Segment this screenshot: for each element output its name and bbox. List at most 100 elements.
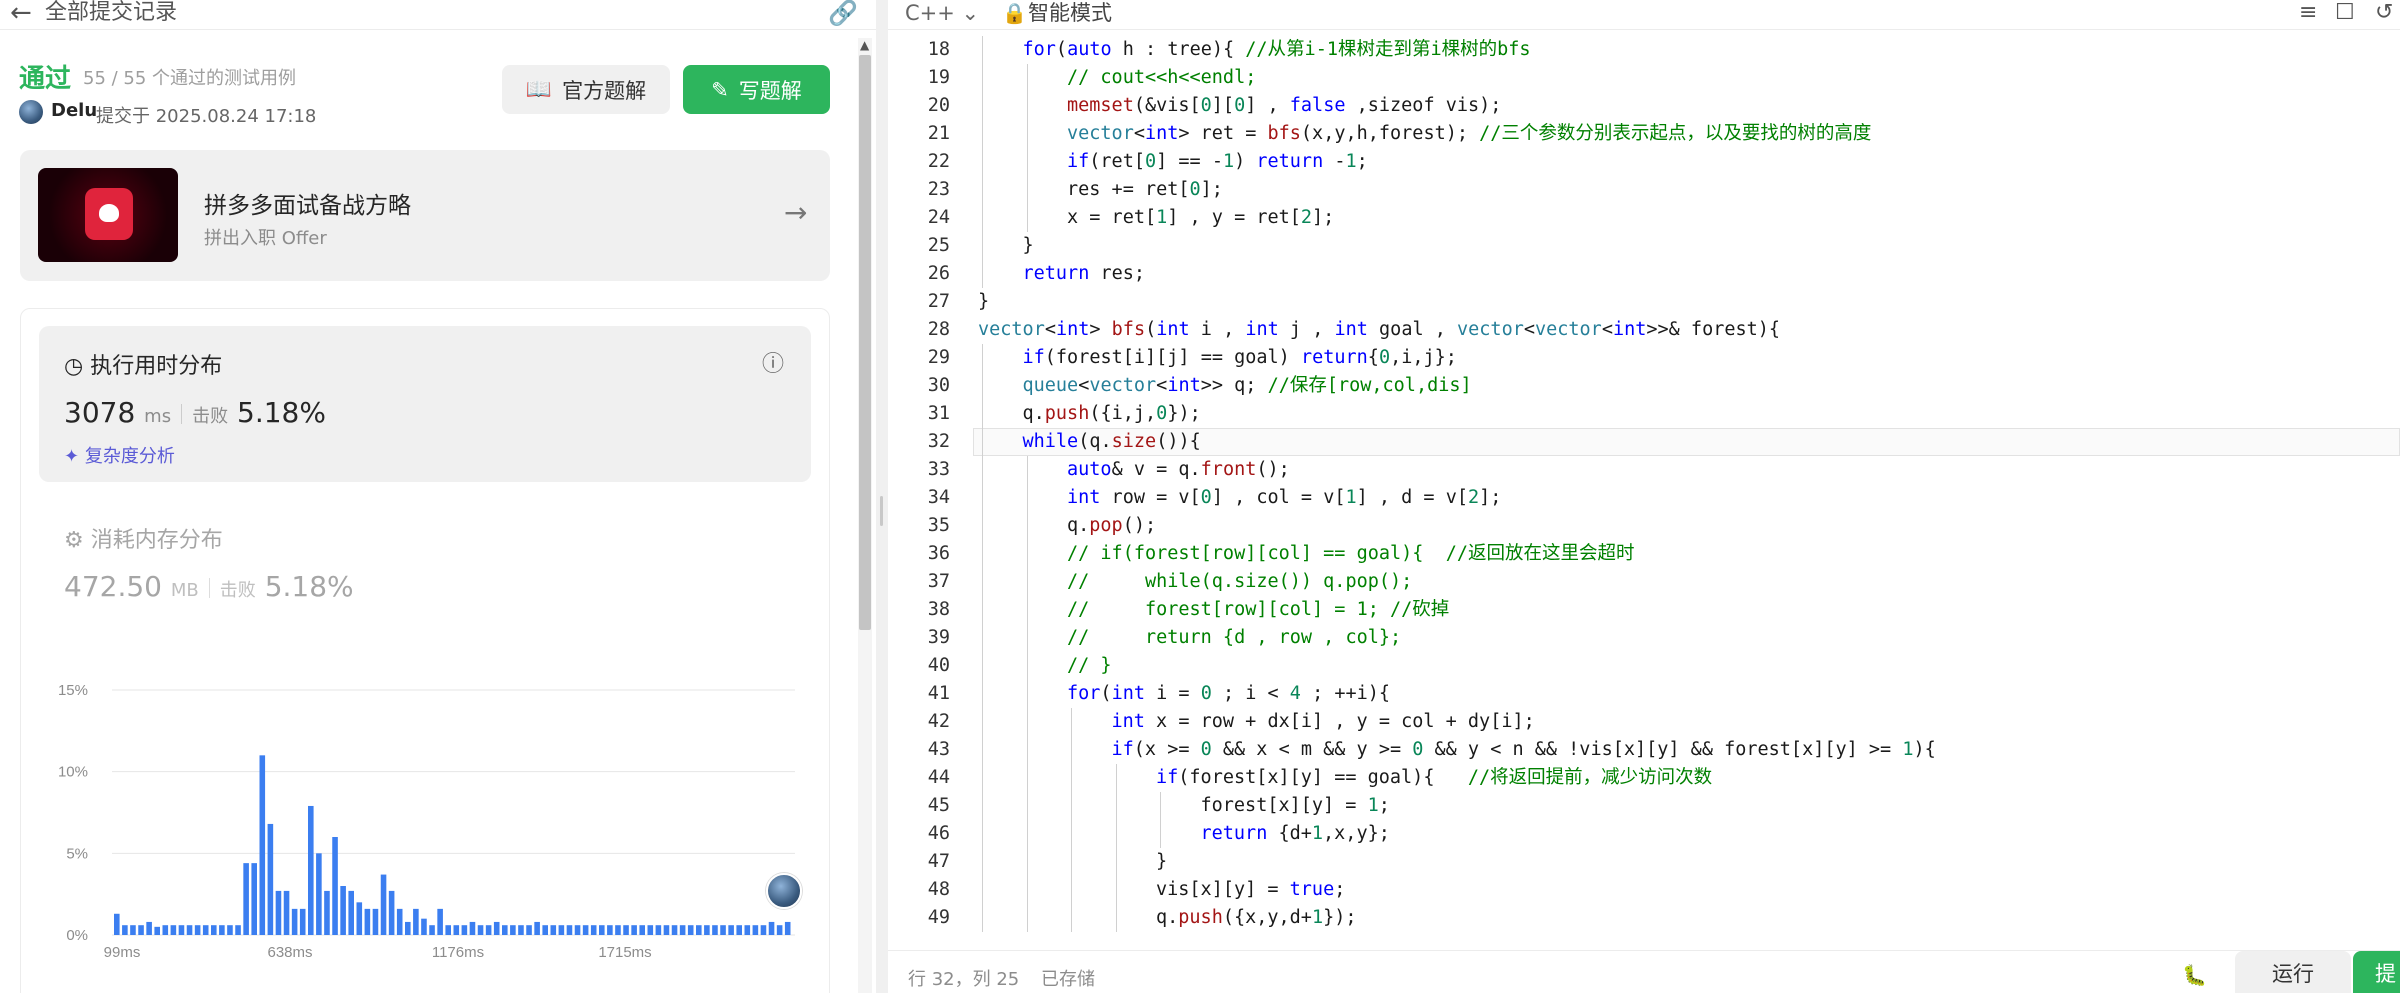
- code-line[interactable]: memset(&vis[0][0] , false ,sizeof vis);: [1067, 92, 1501, 120]
- chart-bar[interactable]: [372, 908, 379, 935]
- chart-bar[interactable]: [243, 863, 249, 935]
- chart-bar[interactable]: [421, 918, 427, 935]
- chart-bar[interactable]: [380, 874, 387, 935]
- code-line[interactable]: // while(q.size()) q.pop();: [1067, 568, 1412, 596]
- complexity-analysis-link[interactable]: ✦ 复杂度分析: [64, 442, 175, 468]
- chart-bar[interactable]: [251, 863, 257, 935]
- chart-bar[interactable]: [211, 925, 217, 935]
- code-line[interactable]: for(int i = 0 ; i < 4 ; ++i){: [1067, 680, 1390, 708]
- runtime-panel[interactable]: ◷ 执行用时分布 ⓘ 3078 ms 击败 5.18% ✦ 复杂度分析: [39, 326, 811, 482]
- chart-bar[interactable]: [671, 925, 678, 935]
- chart-bar[interactable]: [146, 921, 152, 935]
- info-icon[interactable]: ⓘ: [762, 346, 784, 378]
- chart-bar[interactable]: [291, 908, 298, 935]
- chart-bar[interactable]: [194, 925, 201, 935]
- avatar[interactable]: [19, 100, 43, 124]
- chart-bar[interactable]: [429, 925, 435, 935]
- code-line[interactable]: q.push({x,y,d+1});: [1156, 904, 1357, 932]
- official-solution-button[interactable]: 📖 官方题解: [502, 65, 670, 114]
- chart-bar[interactable]: [162, 925, 169, 935]
- my-position-avatar[interactable]: [766, 873, 802, 909]
- code-line[interactable]: }: [978, 288, 989, 316]
- code-line[interactable]: if(forest[i][j] == goal) return{0,i,j};: [1023, 344, 1457, 372]
- chart-bar[interactable]: [574, 925, 581, 935]
- splitter-grip[interactable]: [880, 496, 883, 526]
- chart-bar[interactable]: [114, 913, 120, 935]
- code-line[interactable]: queue<vector<int>> q; //保存[row,col,dis]: [1023, 372, 1472, 400]
- chart-bar[interactable]: [364, 908, 371, 935]
- code-line[interactable]: if(forest[x][y] == goal){ //将返回提前，减少访问次数: [1156, 764, 1712, 792]
- chart-bar[interactable]: [728, 925, 734, 935]
- code-line[interactable]: while(q.size()){: [1023, 428, 1201, 456]
- chart-bar[interactable]: [178, 925, 185, 935]
- chart-bar[interactable]: [550, 925, 557, 935]
- chart-bar[interactable]: [615, 925, 621, 935]
- chart-bar[interactable]: [542, 925, 548, 935]
- submit-button[interactable]: 提: [2353, 951, 2400, 993]
- chart-bar[interactable]: [696, 925, 702, 935]
- chart-bar[interactable]: [154, 926, 160, 935]
- chart-bar[interactable]: [720, 925, 726, 935]
- chart-bar[interactable]: [477, 925, 484, 935]
- chart-bar[interactable]: [493, 921, 500, 935]
- scrollbar-thumb[interactable]: [859, 55, 871, 630]
- chart-bar[interactable]: [227, 925, 233, 935]
- chart-bar[interactable]: [768, 921, 775, 935]
- chart-bar[interactable]: [138, 925, 144, 935]
- chart-bar[interactable]: [655, 925, 662, 935]
- chart-bar[interactable]: [704, 925, 710, 935]
- chart-bar[interactable]: [736, 925, 742, 935]
- chart-bar[interactable]: [186, 925, 193, 935]
- chart-bar[interactable]: [235, 925, 241, 935]
- scroll-up-arrow-icon[interactable]: ▲: [860, 38, 869, 52]
- chart-bar[interactable]: [590, 925, 597, 935]
- code-line[interactable]: // }: [1067, 652, 1112, 680]
- arrow-left-icon[interactable]: ←: [10, 0, 32, 26]
- code-area[interactable]: 18 for(auto h : tree){ //从第i-1棵树走到第i棵树的bf…: [888, 36, 2400, 936]
- chart-bar[interactable]: [170, 925, 177, 935]
- chart-bar[interactable]: [784, 921, 791, 935]
- chart-bar[interactable]: [623, 925, 629, 935]
- chart-bar[interactable]: [413, 908, 419, 935]
- reset-icon[interactable]: ↺: [2375, 0, 2393, 26]
- code-line[interactable]: x = ret[1] , y = ret[2];: [1067, 204, 1334, 232]
- code-line[interactable]: res += ret[0];: [1067, 176, 1223, 204]
- chart-bar[interactable]: [130, 925, 136, 935]
- chart-bar[interactable]: [283, 890, 290, 935]
- chart-bar[interactable]: [122, 925, 128, 935]
- chart-bar[interactable]: [202, 925, 209, 935]
- chart-bar[interactable]: [752, 925, 759, 935]
- chart-bar[interactable]: [566, 925, 573, 935]
- chart-bar[interactable]: [332, 837, 338, 935]
- code-line[interactable]: vector<int> ret = bfs(x,y,h,forest); //三…: [1067, 120, 1871, 148]
- code-line[interactable]: if(x >= 0 && x < m && y >= 0 && y < n &&…: [1112, 736, 1936, 764]
- runtime-distribution-chart[interactable]: 0% 5% 10% 15% 99ms 638ms 1176ms 1715ms: [40, 660, 820, 970]
- chart-bar[interactable]: [445, 925, 451, 935]
- chart-bar[interactable]: [453, 925, 460, 935]
- code-line[interactable]: // return {d , row , col};: [1067, 624, 1401, 652]
- chart-bar[interactable]: [308, 805, 314, 935]
- chart-bar[interactable]: [340, 886, 346, 935]
- author-name[interactable]: Delu: [51, 100, 97, 121]
- chart-bar[interactable]: [502, 925, 508, 935]
- chart-bar[interactable]: [534, 921, 540, 935]
- ad-banner[interactable]: 拼多多面试备战方略 拼出入职 Offer →: [20, 150, 830, 281]
- chart-bar[interactable]: [485, 925, 492, 935]
- chart-bar[interactable]: [518, 925, 524, 935]
- scrollbar[interactable]: ▲: [858, 38, 872, 993]
- link-icon[interactable]: 🔗: [828, 0, 858, 26]
- chart-bar[interactable]: [275, 890, 282, 935]
- chart-bar[interactable]: [219, 925, 225, 935]
- chart-bar[interactable]: [679, 925, 686, 935]
- code-line[interactable]: q.push({i,j,0});: [1023, 400, 1201, 428]
- chart-bar[interactable]: [760, 925, 767, 935]
- chart-bar[interactable]: [776, 925, 783, 935]
- code-line[interactable]: // if(forest[row][col] == goal){ //返回放在这…: [1067, 540, 1634, 568]
- code-line[interactable]: }: [1023, 232, 1034, 260]
- format-icon[interactable]: ≡: [2299, 0, 2317, 26]
- code-line[interactable]: }: [1156, 848, 1167, 876]
- debug-icon[interactable]: 🐛: [2182, 963, 2207, 987]
- chart-bar[interactable]: [348, 890, 354, 935]
- bookmark-icon[interactable]: ☐: [2335, 0, 2355, 26]
- code-line[interactable]: // forest[row][col] = 1; //砍掉: [1067, 596, 1449, 624]
